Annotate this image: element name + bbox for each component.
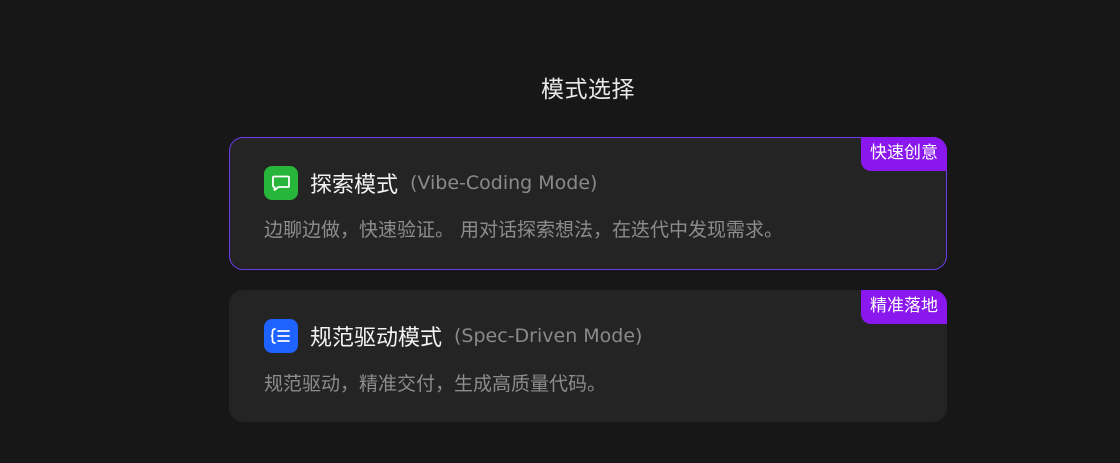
mode-tag-explore: 快速创意 [861,137,947,171]
chat-bubble-icon [264,166,298,200]
list-spec-icon [264,319,298,353]
mode-subtitle-spec: (Spec-Driven Mode) [454,325,643,347]
mode-subtitle-explore: (Vibe-Coding Mode) [410,172,598,194]
mode-description-spec: 规范驱动，精准交付，生成高质量代码。 [264,373,607,395]
mode-tag-spec: 精准落地 [861,290,947,324]
mode-name-spec: 规范驱动模式 [310,326,443,351]
mode-description-explore: 边聊边做，快速验证。 用对话探索想法，在迭代中发现需求。 [264,219,784,241]
mode-header-explore: 探索模式 (Vibe-Coding Mode) [264,166,597,200]
page-title: 模式选择 [541,77,635,103]
mode-header-spec: 规范驱动模式 (Spec-Driven Mode) [264,319,642,353]
mode-name-explore: 探索模式 [310,173,399,198]
mode-card-explore[interactable]: 快速创意 探索模式 (Vibe-Coding Mode) 边聊边做，快速验证。 … [229,137,947,270]
mode-card-spec[interactable]: 精准落地 规范驱动模式 (Spec-Driven Mode) 规范驱动，精准交付… [229,290,947,422]
